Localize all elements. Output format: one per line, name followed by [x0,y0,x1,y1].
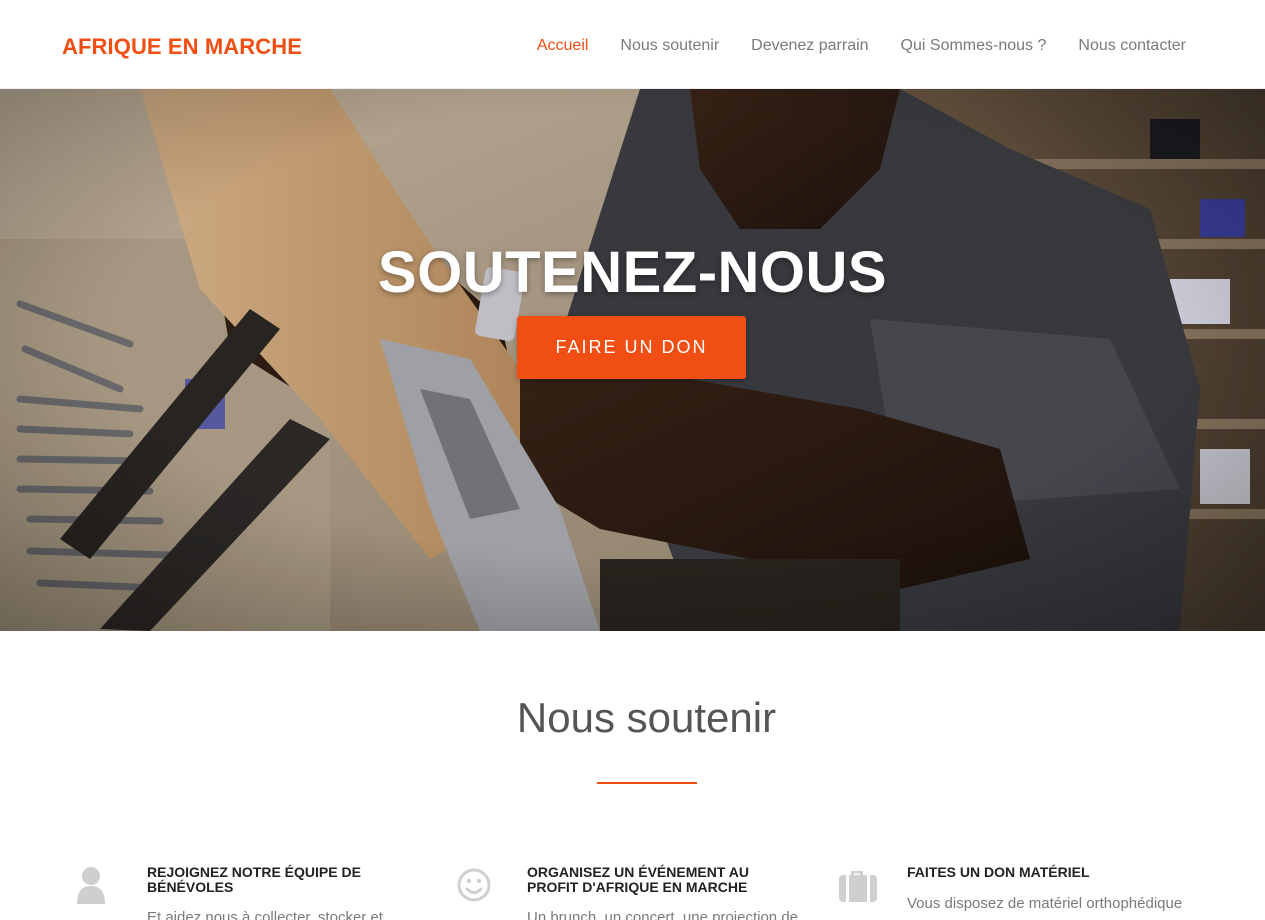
feature-title: ORGANISEZ UN ÉVÉNEMENT AU PROFIT D'AFRIQ… [527,864,749,895]
donate-button[interactable]: FAIRE UN DON [517,316,746,379]
suitcase-icon [839,871,877,902]
top-navbar: AFRIQUE EN MARCHE Accueil Nous soutenir … [0,0,1265,89]
nav-item-accueil[interactable]: Accueil [537,37,589,55]
section-divider [597,782,697,784]
user-icon [77,867,105,904]
feature-text: Et aidez nous à collecter, stocker et [147,909,383,920]
hero-banner: SOUTENEZ-NOUS FAIRE UN DON [0,89,1265,631]
nav-item-qui-sommes-nous[interactable]: Qui Sommes-nous ? [901,37,1047,55]
nav-item-nous-soutenir[interactable]: Nous soutenir [620,37,719,55]
feature-title: REJOIGNEZ NOTRE ÉQUIPE DE BÉNÉVOLES [147,864,361,895]
hero-title: SOUTENEZ-NOUS [377,240,888,305]
feature-text: Vous disposez de matériel orthophédique [907,895,1183,912]
feature-text: Un brunch, un concert, une projection de [527,909,799,920]
nav-item-nous-contacter[interactable]: Nous contacter [1078,37,1186,55]
main-nav: Accueil Nous soutenir Devenez parrain Qu… [537,37,1186,55]
section-title: Nous soutenir [516,694,777,741]
brand-logo[interactable]: AFRIQUE EN MARCHE [62,34,302,60]
feature-title: FAITES UN DON MATÉRIEL [907,864,1090,880]
smile-icon [457,868,491,902]
nav-item-devenez-parrain[interactable]: Devenez parrain [751,37,868,55]
